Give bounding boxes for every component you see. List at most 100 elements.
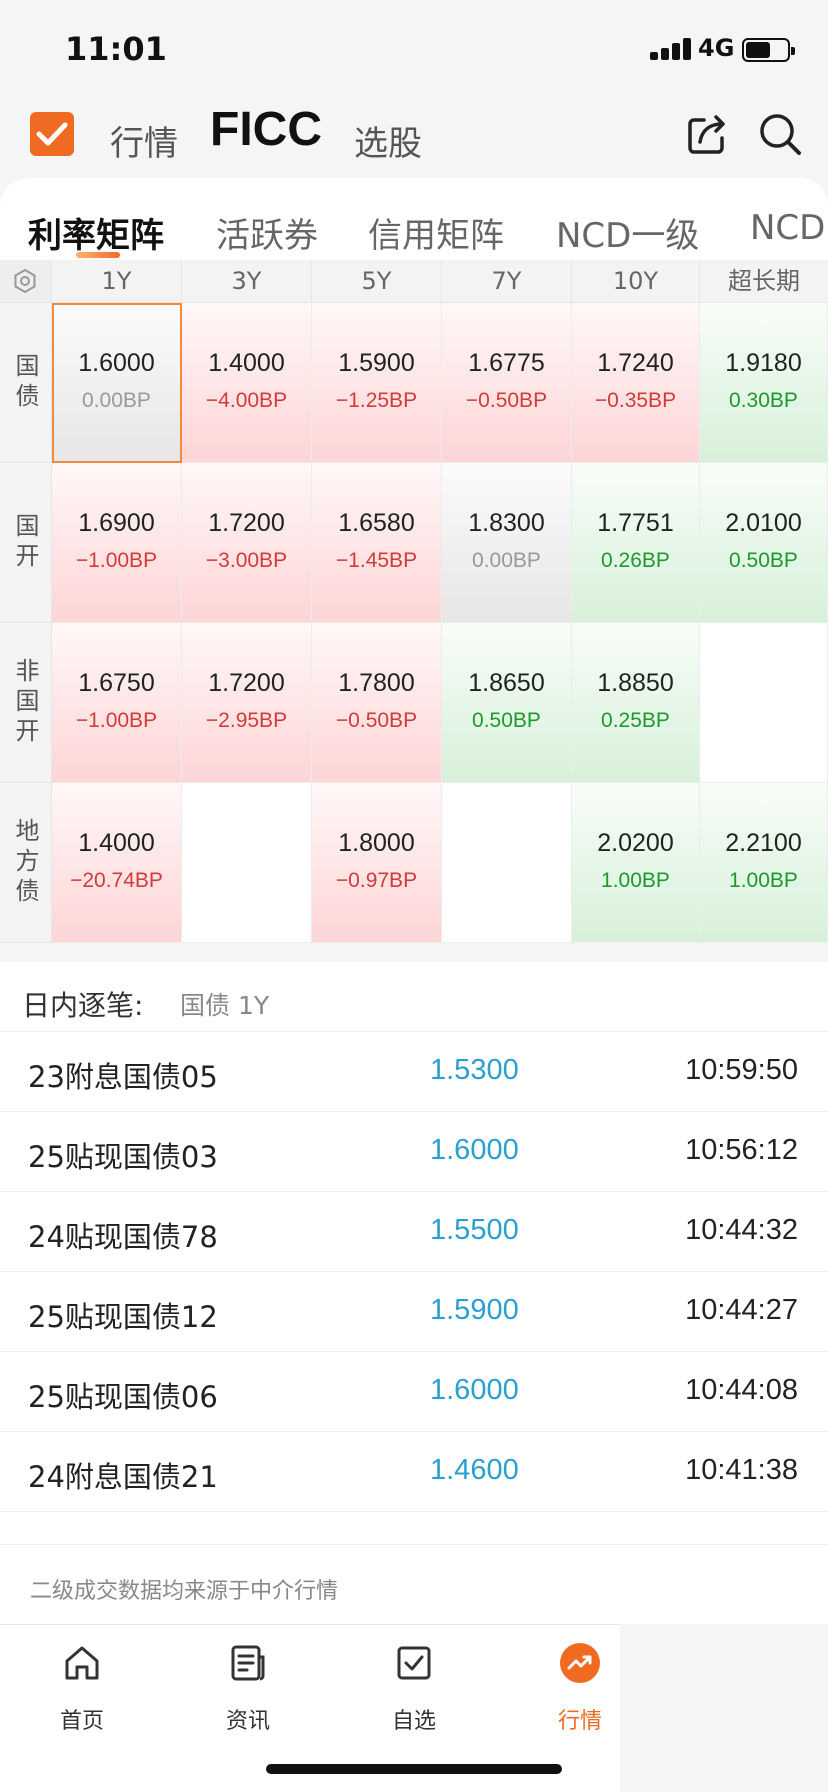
matrix-cell[interactable]: 1.5900 −1.25BP	[312, 303, 442, 463]
matrix-cell[interactable]: 1.6000 0.00BP	[52, 303, 182, 463]
cell-yield: 1.4000	[208, 349, 285, 377]
nav-news-label: 资讯	[225, 1709, 270, 1734]
status-bar: 11:01 4G	[0, 0, 828, 100]
matrix-cell[interactable]: 2.0200 1.00BP	[572, 783, 700, 943]
col-header-3y[interactable]: 3Y	[182, 260, 312, 303]
subtab-active-bonds[interactable]: 活跃券	[216, 208, 318, 257]
cell-yield: 1.8650	[468, 669, 545, 697]
cell-yield: 1.7240	[597, 349, 674, 377]
matrix-cell[interactable]: 1.4000 −20.74BP	[52, 783, 182, 943]
trade-bond-name: 24附息国债21	[28, 1460, 218, 1494]
matrix-cell[interactable]: 1.7200 −2.95BP	[182, 623, 312, 783]
matrix-cell[interactable]: 1.4000 −4.00BP	[182, 303, 312, 463]
home-icon	[65, 1646, 99, 1680]
trade-bond-name: 24贴现国债78	[28, 1220, 218, 1254]
trade-row[interactable]: 23附息国债05 1.5300 10:59:50	[0, 1032, 828, 1112]
matrix-cell[interactable]: 1.6775 −0.50BP	[442, 303, 572, 463]
battery-icon	[742, 38, 795, 62]
subtab-ncd[interactable]: NCD	[750, 208, 825, 248]
intraday-trades: 日内逐笔: 国债 1Y 23附息国债05 1.5300 10:59:50 25贴现国债…	[0, 962, 828, 1544]
matrix-cell[interactable]: 1.8650 0.50BP	[442, 623, 572, 783]
row-label-text: 国债	[11, 352, 39, 413]
col-header-7y[interactable]: 7Y	[442, 260, 572, 303]
cell-yield: 1.8300	[468, 509, 545, 537]
cell-yield: 1.7200	[208, 509, 285, 537]
cell-change: −1.45BP	[335, 549, 418, 572]
trade-time: 10:59:50	[685, 1054, 798, 1086]
footnote-text: 二级成交数据均来源于中介行情	[30, 1579, 339, 1604]
matrix-cell[interactable]: 1.8850 0.25BP	[572, 623, 700, 783]
trade-time: 10:56:12	[685, 1134, 798, 1166]
trade-time: 10:44:32	[685, 1214, 798, 1246]
matrix-cell	[442, 783, 572, 943]
nav-news[interactable]: 资讯	[198, 1643, 298, 1753]
col-header-10y[interactable]: 10Y	[572, 260, 700, 303]
trade-row[interactable]: 24贴现国债78 1.5500 10:44:32	[0, 1192, 828, 1272]
trade-row[interactable]: 25贴现国债06 1.6000 10:44:08	[0, 1352, 828, 1432]
matrix-cell[interactable]: 2.2100 1.00BP	[700, 783, 828, 943]
cell-change: 0.25BP	[601, 709, 670, 732]
gear-icon[interactable]	[12, 268, 38, 294]
trade-row[interactable]: 25贴现国债12 1.5900 10:44:27	[0, 1272, 828, 1352]
status-time: 11:01	[65, 30, 167, 68]
matrix-cell[interactable]: 2.0100 0.50BP	[700, 463, 828, 623]
app-header: 行情 FICC 选股	[0, 100, 828, 180]
row-label: 国开	[0, 463, 52, 623]
cell-change: 1.00BP	[729, 869, 798, 892]
row-label: 非国开	[0, 623, 52, 783]
cell-yield: 1.5900	[338, 349, 415, 377]
cell-change: −1.00BP	[75, 709, 158, 732]
matrix-cell[interactable]: 1.8300 0.00BP	[442, 463, 572, 623]
matrix-cell[interactable]: 1.6750 −1.00BP	[52, 623, 182, 783]
matrix-cell[interactable]: 1.7751 0.26BP	[572, 463, 700, 623]
cell-yield: 1.7751	[597, 509, 674, 537]
cell-change: −1.00BP	[75, 549, 158, 572]
cell-yield: 1.4000	[78, 829, 155, 857]
nav-watchlist[interactable]: 自选	[364, 1643, 464, 1753]
matrix-settings[interactable]	[0, 260, 52, 303]
cell-yield: 2.0100	[725, 509, 802, 537]
trade-time: 10:41:38	[685, 1454, 798, 1486]
col-header-ultra-long[interactable]: 超长期	[700, 260, 828, 303]
cell-yield: 2.0200	[597, 829, 674, 857]
nav-home-label: 首页	[59, 1709, 104, 1734]
cell-yield: 1.8850	[597, 669, 674, 697]
trades-header: 日内逐笔: 国债 1Y	[0, 962, 828, 1032]
tab-stock-picker[interactable]: 选股	[354, 116, 422, 165]
matrix-cell[interactable]: 1.7200 −3.00BP	[182, 463, 312, 623]
search-icon[interactable]	[756, 110, 804, 158]
trades-subtitle: 国债 1Y	[180, 991, 270, 1020]
matrix-cell[interactable]: 1.9180 0.30BP	[700, 303, 828, 463]
matrix-cell[interactable]: 1.6900 −1.00BP	[52, 463, 182, 623]
matrix-cell[interactable]: 1.6580 −1.45BP	[312, 463, 442, 623]
trade-time: 10:44:08	[685, 1374, 798, 1406]
trade-price: 1.5300	[430, 1054, 519, 1086]
matrix-cell[interactable]: 1.7800 −0.50BP	[312, 623, 442, 783]
cell-change: −0.97BP	[335, 869, 418, 892]
matrix-cell[interactable]: 1.8000 −0.97BP	[312, 783, 442, 943]
watchlist-icon	[397, 1646, 431, 1680]
cell-yield: 1.9180	[725, 349, 802, 377]
matrix-cell	[700, 623, 828, 783]
cell-yield: 2.2100	[725, 829, 802, 857]
nav-home[interactable]: 首页	[32, 1643, 132, 1753]
nav-market-label: 行情	[557, 1709, 602, 1734]
tab-ficc[interactable]: FICC	[210, 102, 322, 157]
trade-row[interactable]: 24附息国债21 1.4600 10:41:38	[0, 1432, 828, 1512]
tab-market[interactable]: 行情	[110, 116, 178, 165]
network-label: 4G	[698, 34, 735, 62]
col-header-1y[interactable]: 1Y	[52, 260, 182, 303]
news-icon	[231, 1645, 265, 1681]
checkbox-logo-icon[interactable]	[30, 112, 74, 156]
nav-market[interactable]: 行情	[530, 1643, 630, 1753]
share-icon[interactable]	[684, 110, 732, 158]
trade-bond-name: 25贴现国债06	[28, 1380, 218, 1414]
subtab-credit-matrix[interactable]: 信用矩阵	[368, 208, 504, 257]
trade-bond-name: 25贴现国债03	[28, 1140, 218, 1174]
trade-row[interactable]: 25贴现国债03 1.6000 10:56:12	[0, 1112, 828, 1192]
matrix-cell[interactable]: 1.7240 −0.35BP	[572, 303, 700, 463]
subtab-rate-matrix[interactable]: 利率矩阵	[28, 208, 164, 257]
trades-title: 日内逐笔:	[22, 989, 144, 1022]
col-header-5y[interactable]: 5Y	[312, 260, 442, 303]
subtab-ncd-primary[interactable]: NCD一级	[556, 208, 699, 257]
